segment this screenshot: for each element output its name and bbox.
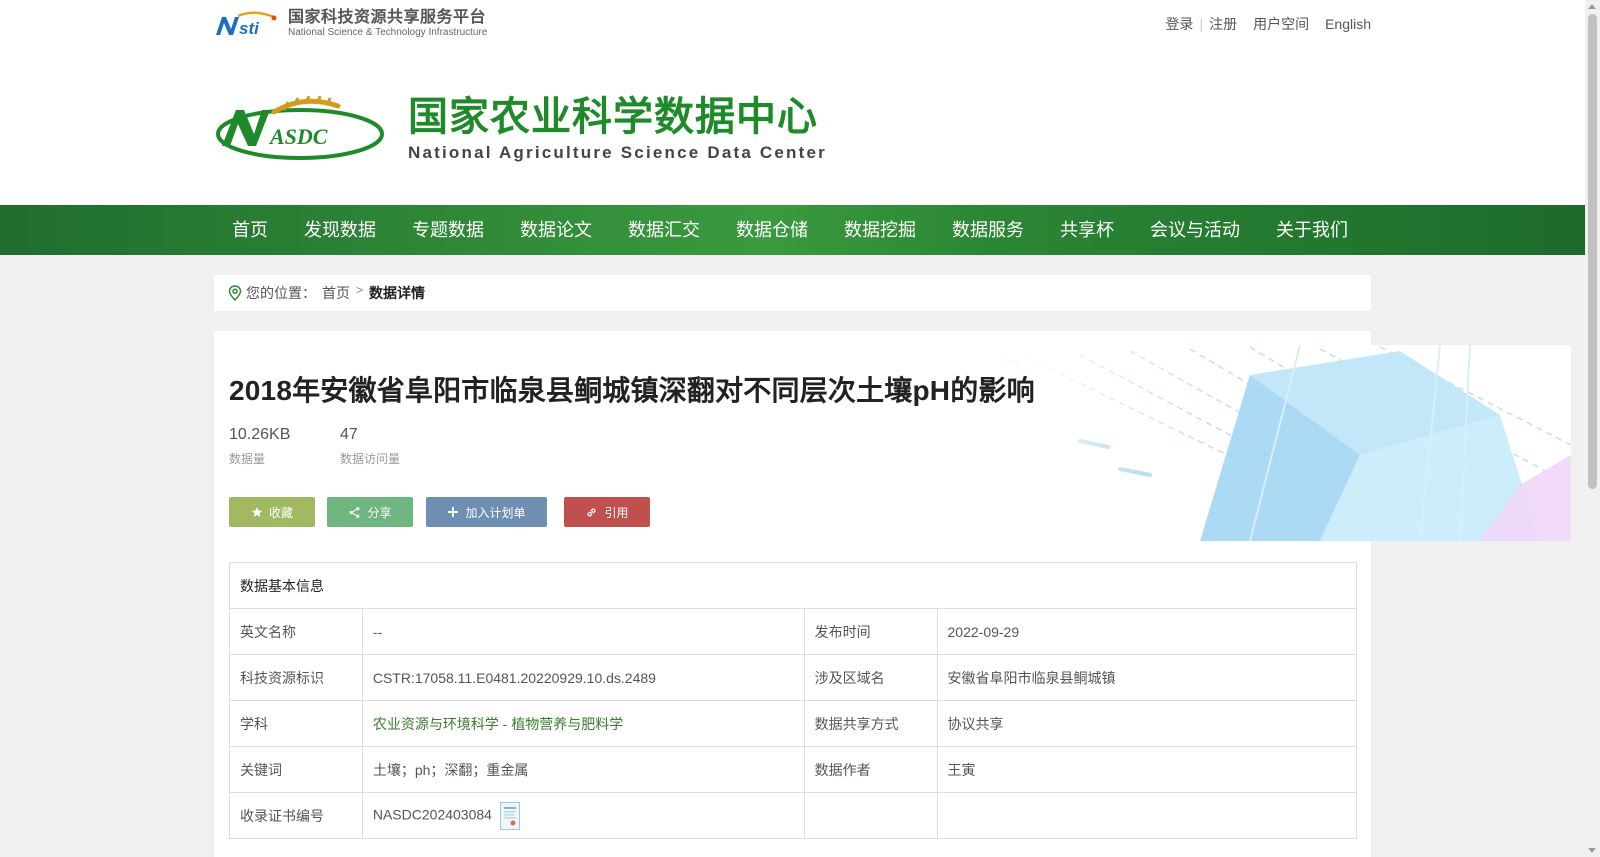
region-value: 安徽省阜阳市临泉县鲖城镇 (936, 654, 1358, 701)
nav-data-submission[interactable]: 数据汇交 (610, 205, 718, 255)
table-row: 科技资源标识 CSTR:17058.11.E0481.20220929.10.d… (229, 654, 1358, 701)
page-scrollbar[interactable] (1585, 0, 1600, 857)
visit-count-stat: 47 数据访问量 (340, 426, 400, 467)
cstr-label: 科技资源标识 (229, 654, 363, 701)
nav-data-repository[interactable]: 数据仓储 (718, 205, 826, 255)
cstr-value: CSTR:17058.11.E0481.20220929.10.ds.2489 (361, 654, 805, 701)
breadcrumb-current: 数据详情 (369, 285, 426, 301)
table-row: 数据基本信息 (229, 562, 1357, 609)
link-icon (587, 507, 597, 517)
data-size-label: 数据量 (229, 452, 266, 466)
cite-label: 引用 (604, 505, 629, 520)
svg-text:ASDC: ASDC (268, 124, 328, 149)
visit-count-value: 47 (340, 426, 358, 443)
subject-sub-link[interactable]: 植物营养与肥料学 (511, 716, 623, 732)
svg-text:sti: sti (239, 19, 260, 37)
english-link[interactable]: English (1325, 16, 1371, 32)
publish-date-value: 2022-09-29 (936, 608, 1358, 655)
nasdc-logo-icon: ASDC (216, 96, 384, 160)
data-size-value: 10.26KB (229, 426, 291, 443)
decorative-banner-image (1000, 345, 1571, 541)
nav-about-us[interactable]: 关于我们 (1258, 205, 1366, 255)
dataset-detail-card: 2018年安徽省阜阳市临泉县鲖城镇深翻对不同层次土壤pH的影响 10.26KB … (214, 331, 1571, 857)
brand-name-en: National Agriculture Science Data Center (408, 143, 827, 162)
publish-date-label: 发布时间 (803, 608, 938, 655)
scroll-down-icon[interactable] (1588, 848, 1596, 853)
nav-data-papers[interactable]: 数据论文 (502, 205, 610, 255)
nsti-name-cn: 国家科技资源共享服务平台 (288, 9, 487, 26)
favorite-button[interactable]: 收藏 (229, 497, 315, 527)
empty-cell (803, 792, 938, 839)
nav-events[interactable]: 会议与活动 (1132, 205, 1258, 255)
nsti-name-en: National Science & Technology Infrastruc… (288, 27, 488, 38)
scrollbar-thumb[interactable] (1588, 14, 1597, 489)
divider: | (1199, 16, 1204, 32)
nav-topic-data[interactable]: 专题数据 (394, 205, 502, 255)
nav-discover-data[interactable]: 发现数据 (286, 205, 394, 255)
brand-name-cn: 国家农业科学数据中心 (408, 94, 818, 140)
location-pin-icon (228, 285, 242, 301)
share-mode-value: 协议共享 (936, 700, 1358, 747)
share-icon (350, 506, 360, 518)
keywords-label: 关键词 (229, 746, 363, 793)
star-icon (251, 507, 263, 517)
region-label: 涉及区域名 (803, 654, 938, 701)
certificate-label: 收录证书编号 (229, 792, 363, 839)
table-row: 英文名称 -- 发布时间 2022-09-29 (229, 608, 1358, 655)
subject-value: 农业资源与环境科学 - 植物营养与肥料学 (361, 700, 805, 747)
action-buttons: 收藏 分享 加入计划单 引用 (229, 497, 662, 527)
top-links: 登录 | 注册 用户空间 English (1165, 14, 1371, 34)
breadcrumb: 您的位置： 首页 > 数据详情 (214, 275, 1371, 311)
share-mode-label: 数据共享方式 (803, 700, 938, 747)
chevron-right-icon: > (356, 283, 364, 297)
author-label: 数据作者 (803, 746, 938, 793)
basic-info-table: 数据基本信息 英文名称 -- 发布时间 2022-09-29 科技资源标识 CS… (229, 562, 1358, 839)
table-row: 收录证书编号 NASDC202403084 (229, 792, 1358, 839)
basic-info-heading: 数据基本信息 (229, 562, 1357, 609)
login-link[interactable]: 登录 (1165, 14, 1193, 34)
certificate-cell: NASDC202403084 (361, 792, 805, 839)
main-nav: 首页 发现数据 专题数据 数据论文 数据汇交 数据仓储 数据挖掘 数据服务 共享… (0, 205, 1600, 255)
table-row: 学科 农业资源与环境科学 - 植物营养与肥料学 数据共享方式 协议共享 (229, 700, 1358, 747)
subject-label: 学科 (229, 700, 363, 747)
share-button[interactable]: 分享 (327, 497, 413, 527)
keywords-value: 土壤；ph；深翻；重金属 (361, 746, 805, 793)
add-to-plan-button[interactable]: 加入计划单 (426, 497, 547, 527)
dataset-title: 2018年安徽省阜阳市临泉县鲖城镇深翻对不同层次土壤pH的影响 (229, 375, 1035, 406)
register-link[interactable]: 注册 (1209, 14, 1237, 34)
user-space-link[interactable]: 用户空间 (1253, 14, 1309, 34)
nav-home[interactable]: 首页 (214, 205, 286, 255)
nsti-logo-icon: sti (216, 11, 277, 37)
subject-separator: - (498, 715, 512, 732)
breadcrumb-label: 您的位置： (246, 285, 316, 301)
cite-button[interactable]: 引用 (564, 497, 650, 527)
nav-data-mining[interactable]: 数据挖掘 (826, 205, 934, 255)
table-row: 关键词 土壤；ph；深翻；重金属 数据作者 王寅 (229, 746, 1358, 793)
certificate-icon[interactable] (499, 801, 520, 830)
english-name-label: 英文名称 (229, 608, 363, 655)
certificate-number: NASDC202403084 (372, 806, 492, 823)
nav-data-services[interactable]: 数据服务 (934, 205, 1042, 255)
share-label: 分享 (367, 505, 392, 520)
scroll-up-icon[interactable] (1588, 4, 1596, 9)
nav-sharing-cup[interactable]: 共享杯 (1042, 205, 1132, 255)
plus-icon (448, 507, 459, 517)
visit-count-label: 数据访问量 (340, 452, 401, 466)
nsti-logo-block[interactable]: sti 国家科技资源共享服务平台 National Science & Tech… (214, 10, 487, 38)
english-name-value: -- (361, 608, 805, 655)
site-header: sti 国家科技资源共享服务平台 National Science & Tech… (0, 0, 1600, 205)
data-size-stat: 10.26KB 数据量 (229, 426, 290, 467)
subject-main-link[interactable]: 农业资源与环境科学 (373, 716, 499, 732)
breadcrumb-home[interactable]: 首页 (322, 283, 350, 303)
add-to-plan-label: 加入计划单 (465, 505, 526, 520)
nasdc-brand[interactable]: ASDC 国家农业科学数据中心 National Agriculture Sci… (214, 95, 827, 163)
empty-cell (936, 792, 1358, 839)
favorite-label: 收藏 (268, 505, 293, 520)
author-value: 王寅 (936, 746, 1358, 793)
